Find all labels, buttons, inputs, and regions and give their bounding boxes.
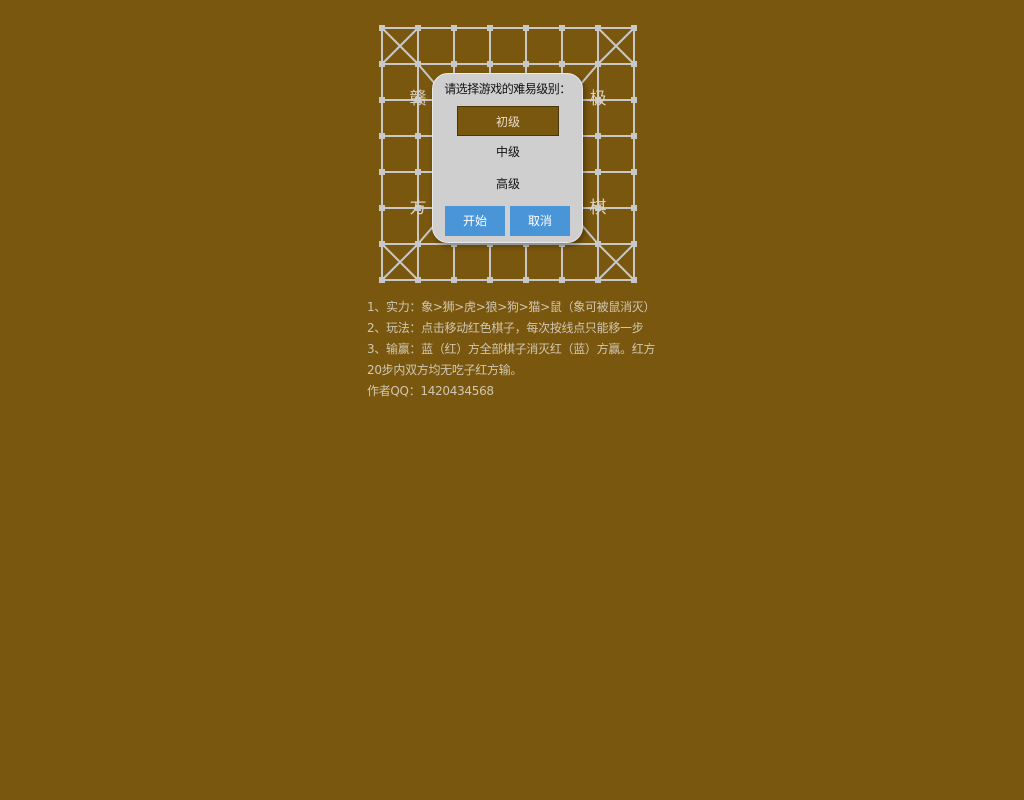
board-node[interactable] bbox=[379, 205, 385, 211]
board-char-ji: 极 bbox=[589, 89, 607, 109]
board-node[interactable] bbox=[595, 61, 601, 67]
board-node[interactable] bbox=[379, 169, 385, 175]
board-node[interactable] bbox=[631, 133, 637, 139]
board-node[interactable] bbox=[631, 169, 637, 175]
board-char-qi: 棋 bbox=[589, 198, 607, 218]
board-node[interactable] bbox=[631, 97, 637, 103]
board-node[interactable] bbox=[415, 133, 421, 139]
board-node[interactable] bbox=[415, 277, 421, 283]
board-node[interactable] bbox=[523, 25, 529, 31]
board-node[interactable] bbox=[559, 61, 565, 67]
board-node[interactable] bbox=[631, 205, 637, 211]
difficulty-dialog: 请选择游戏的难易级别： 初级 中级 高级 开始 取消 bbox=[432, 73, 583, 243]
cancel-button[interactable]: 取消 bbox=[510, 206, 570, 236]
board-node[interactable] bbox=[487, 25, 493, 31]
board-node[interactable] bbox=[631, 61, 637, 67]
level-option-intermediate[interactable]: 中级 bbox=[457, 137, 559, 167]
board-node[interactable] bbox=[487, 277, 493, 283]
board-node[interactable] bbox=[487, 61, 493, 67]
start-button[interactable]: 开始 bbox=[445, 206, 505, 236]
rule-gameplay: 2、玩法：点击移动红色棋子，每次按线点只能移一步 bbox=[367, 321, 644, 335]
board-node[interactable] bbox=[379, 277, 385, 283]
board-node[interactable] bbox=[631, 25, 637, 31]
board-node[interactable] bbox=[559, 25, 565, 31]
board-node[interactable] bbox=[451, 277, 457, 283]
board-node[interactable] bbox=[379, 61, 385, 67]
board-node[interactable] bbox=[559, 277, 565, 283]
board-node[interactable] bbox=[595, 25, 601, 31]
board-node[interactable] bbox=[631, 277, 637, 283]
board-node[interactable] bbox=[595, 169, 601, 175]
game-stage: 赣 极 方 棋 请选择游戏的难易级别： 初级 中级 高级 开始 取消 1、实力：… bbox=[0, 0, 1024, 800]
board-node[interactable] bbox=[379, 25, 385, 31]
board-node[interactable] bbox=[379, 133, 385, 139]
board-node[interactable] bbox=[415, 241, 421, 247]
board-node[interactable] bbox=[595, 277, 601, 283]
board-node[interactable] bbox=[379, 241, 385, 247]
board-char-fang: 方 bbox=[409, 198, 427, 218]
level-option-beginner[interactable]: 初级 bbox=[457, 106, 559, 136]
board-node[interactable] bbox=[415, 25, 421, 31]
board-node[interactable] bbox=[451, 25, 457, 31]
author-qq: 作者QQ：1420434568 bbox=[367, 384, 494, 398]
board-node[interactable] bbox=[595, 133, 601, 139]
board-node[interactable] bbox=[415, 61, 421, 67]
board-node[interactable] bbox=[379, 97, 385, 103]
board-node[interactable] bbox=[523, 61, 529, 67]
dialog-title: 请选择游戏的难易级别： bbox=[444, 82, 571, 96]
board-char-gan: 赣 bbox=[409, 89, 427, 109]
level-option-advanced[interactable]: 高级 bbox=[457, 169, 559, 199]
board-node[interactable] bbox=[415, 169, 421, 175]
board-node[interactable] bbox=[451, 61, 457, 67]
rule-win-loss: 3、输赢：蓝（红）方全部棋子消灭红（蓝）方赢。红方20步内双方均无吃子红方输。 bbox=[367, 342, 656, 377]
board-node[interactable] bbox=[595, 241, 601, 247]
board-node[interactable] bbox=[631, 241, 637, 247]
rules-panel: 1、实力：象>狮>虎>狼>狗>猫>鼠（象可被鼠消灭） 2、玩法：点击移动红色棋子… bbox=[367, 297, 657, 402]
board-node[interactable] bbox=[523, 277, 529, 283]
rule-strength: 1、实力：象>狮>虎>狼>狗>猫>鼠（象可被鼠消灭） bbox=[367, 300, 656, 314]
